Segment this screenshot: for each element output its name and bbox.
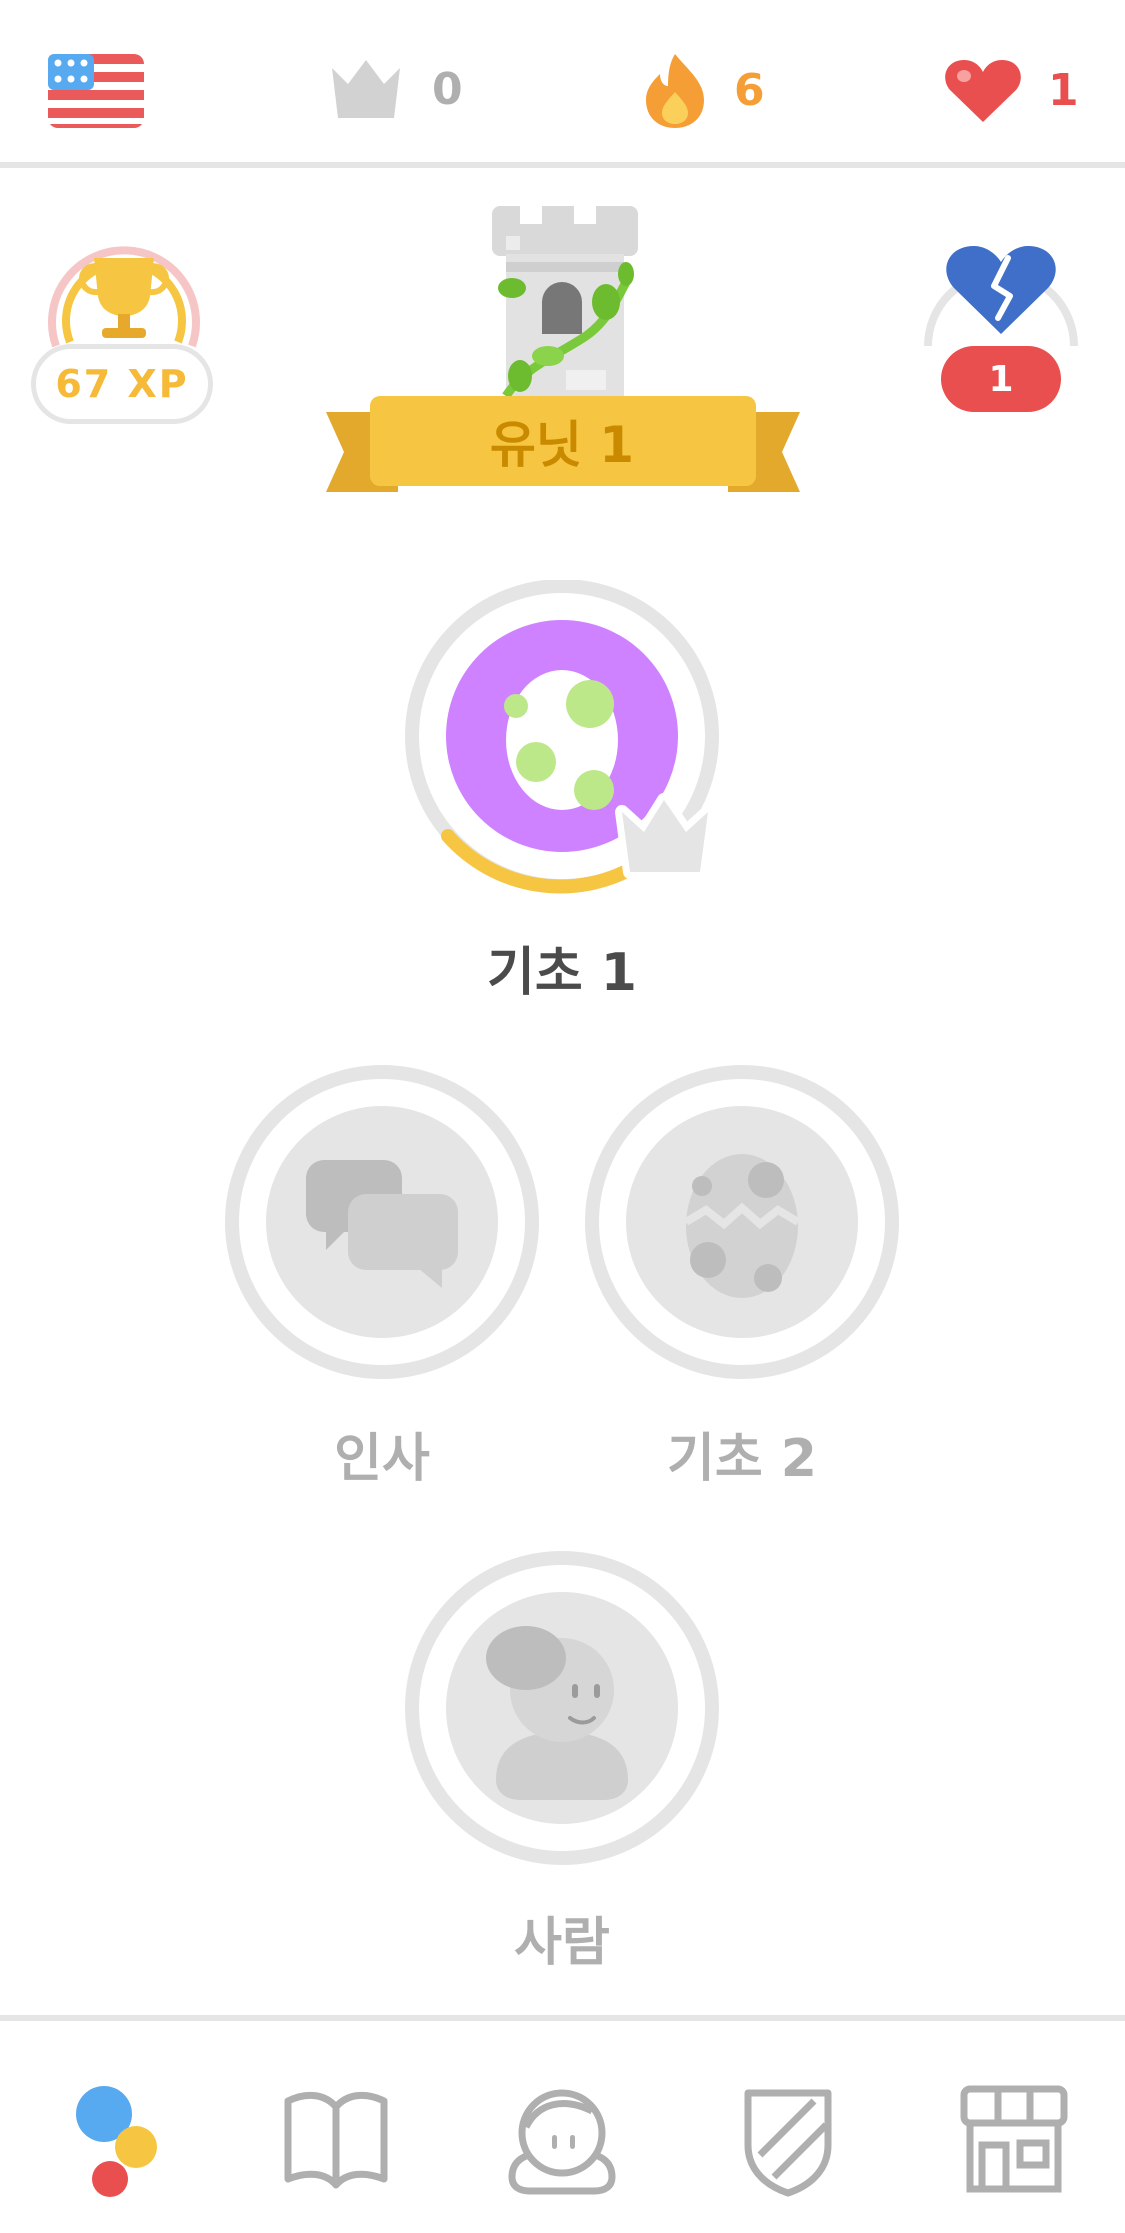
skill-label[interactable]: 사람 — [362, 1900, 762, 1975]
book-icon — [284, 2091, 388, 2189]
health-count: 1 — [988, 358, 1014, 400]
skill-basics-2[interactable] — [582, 1062, 902, 1386]
profile-avatar-icon — [508, 2089, 616, 2195]
nav-stories[interactable] — [278, 2081, 398, 2201]
health-button[interactable] — [912, 206, 1090, 360]
streak-count: 6 — [734, 64, 765, 116]
person-icon — [405, 1551, 719, 1865]
crowns-count: 0 — [432, 63, 463, 115]
top-bar: 0 6 1 — [0, 0, 1125, 168]
castle-icon — [492, 206, 638, 399]
chat-bubbles-icon — [225, 1065, 539, 1379]
skill-people[interactable] — [404, 1548, 724, 1872]
egg-skill-icon — [405, 579, 719, 894]
skill-label[interactable]: 기초 2 — [542, 1416, 942, 1491]
xp-badge[interactable]: 67 XP — [31, 344, 213, 424]
castle-button[interactable] — [476, 206, 646, 400]
skill-basics-1[interactable] — [404, 579, 724, 904]
skill-label[interactable]: 기초 1 — [362, 930, 762, 1005]
skill-label[interactable]: 인사 — [182, 1416, 582, 1491]
flame-icon — [646, 54, 704, 128]
language-flag-button[interactable] — [48, 54, 144, 132]
skill-greetings[interactable] — [222, 1062, 542, 1386]
learn-dots-icon — [76, 2086, 157, 2197]
shop-icon — [960, 2085, 1068, 2193]
trophy-ring-icon — [48, 246, 200, 348]
hearts-count: 1 — [1048, 64, 1079, 116]
nav-shop[interactable] — [956, 2081, 1076, 2201]
shield-icon — [744, 2089, 832, 2197]
crown-icon — [332, 60, 400, 118]
nav-learn[interactable] — [52, 2081, 172, 2201]
streak-counter[interactable]: 6 — [642, 50, 765, 130]
heart-icon — [945, 60, 1021, 122]
cracked-egg-icon — [585, 1065, 899, 1379]
xp-label: 67 XP — [55, 362, 189, 406]
nav-profile[interactable] — [504, 2081, 624, 2201]
broken-heart-ring-icon — [924, 246, 1078, 347]
crowns-counter[interactable]: 0 — [326, 56, 463, 122]
health-count-badge: 1 — [941, 346, 1061, 412]
hearts-counter[interactable]: 1 — [944, 56, 1079, 124]
bottom-navigation — [0, 2015, 1125, 2233]
us-flag-icon — [48, 54, 144, 128]
unit-title: 유닛 1 — [489, 416, 635, 474]
nav-leagues[interactable] — [730, 2081, 850, 2201]
